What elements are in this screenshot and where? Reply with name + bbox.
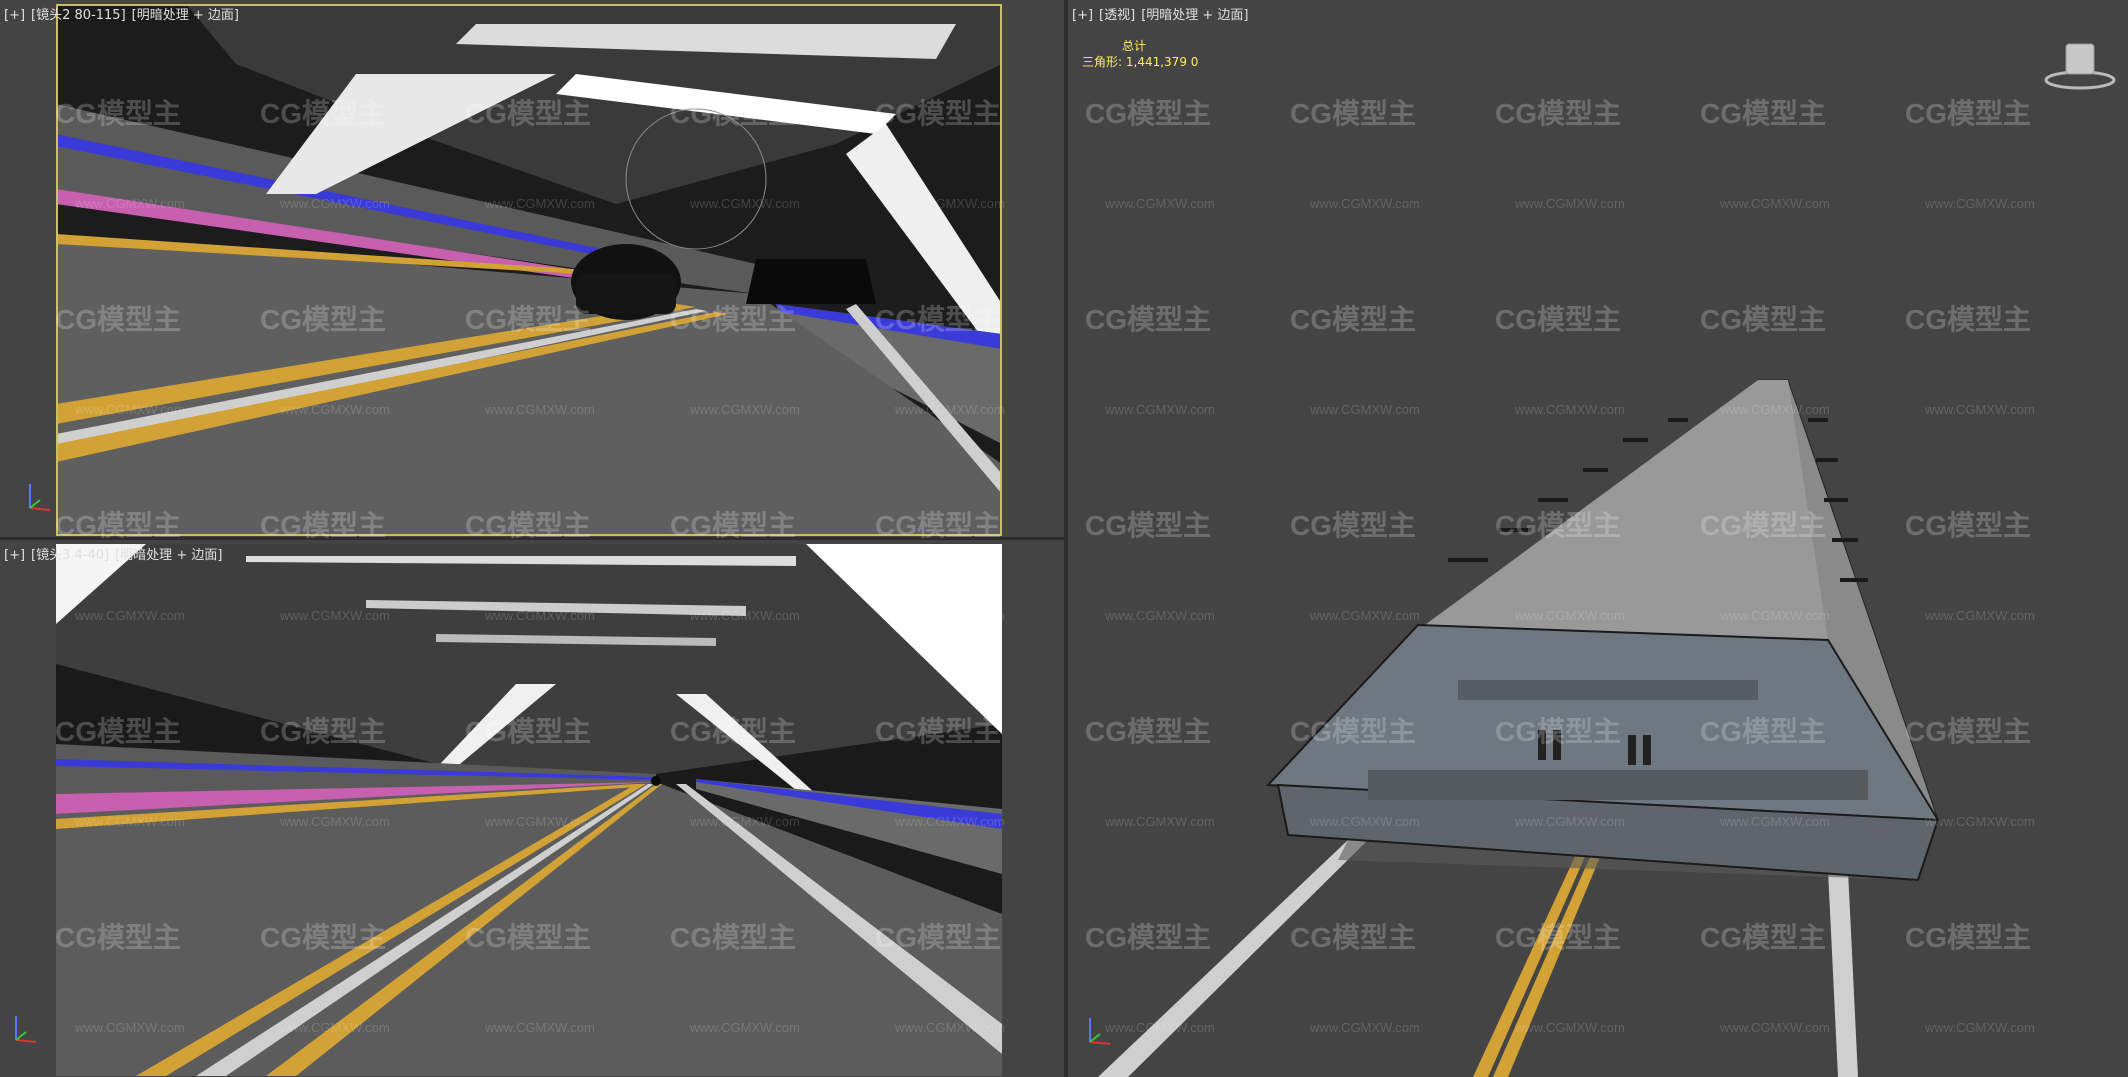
tunnel-scene-1	[56, 4, 1002, 536]
viewport-camera-label[interactable]: [镜头2 80-115]	[31, 8, 126, 23]
stats-total-label: 总计	[1122, 39, 1147, 53]
viewport-camera-label[interactable]: [镜头3 4-40]	[31, 548, 109, 563]
viewport-shading-label[interactable]: [明暗处理 + 边面]	[132, 8, 239, 23]
render-frame	[56, 544, 1002, 1076]
stats-triangles: 三角形: 1,441,379 0	[1082, 54, 1198, 70]
viewport-divider-h[interactable]	[0, 537, 1064, 540]
stats-triangles-extra: 0	[1190, 55, 1199, 69]
viewcube-icon[interactable]	[2044, 38, 2116, 92]
axis-tripod-icon	[15, 1016, 37, 1043]
viewport-camera-label[interactable]: [透视]	[1099, 8, 1135, 23]
viewport-perspective[interactable]: [+] [透视] [明暗处理 + 边面] 总计 三角形: 1,441,379 0	[1068, 0, 2128, 1077]
viewport-label[interactable]: [+] [镜头3 4-40] [明暗处理 + 边面]	[4, 544, 228, 563]
tunnel-model-perspective	[1098, 379, 1940, 1077]
viewport-label[interactable]: [+] [透视] [明暗处理 + 边面]	[1072, 4, 1255, 23]
axis-tripod-icon	[29, 484, 51, 511]
scene-statistics: 总计 三角形: 1,441,379 0	[1082, 38, 1198, 70]
stats-triangles-value: 1,441,379	[1125, 55, 1187, 69]
stats-triangles-label: 三角形:	[1082, 55, 1123, 69]
viewport-menu-plus[interactable]: [+]	[1072, 8, 1093, 23]
viewport-label[interactable]: [+] [镜头2 80-115] [明暗处理 + 边面]	[4, 4, 245, 23]
render-frame	[56, 4, 1002, 536]
viewport-shading-label[interactable]: [明暗处理 + 边面]	[115, 548, 222, 563]
viewport-menu-plus[interactable]: [+]	[4, 8, 25, 23]
viewport-camera2[interactable]: [+] [镜头2 80-115] [明暗处理 + 边面]	[0, 0, 1064, 537]
axis-tripod-icon	[1089, 1018, 1111, 1045]
viewport-shading-label[interactable]: [明暗处理 + 边面]	[1141, 8, 1248, 23]
tunnel-scene-2	[56, 544, 1002, 1076]
viewport-menu-plus[interactable]: [+]	[4, 548, 25, 563]
viewport-camera3[interactable]: [+] [镜头3 4-40] [明暗处理 + 边面]	[0, 540, 1064, 1077]
